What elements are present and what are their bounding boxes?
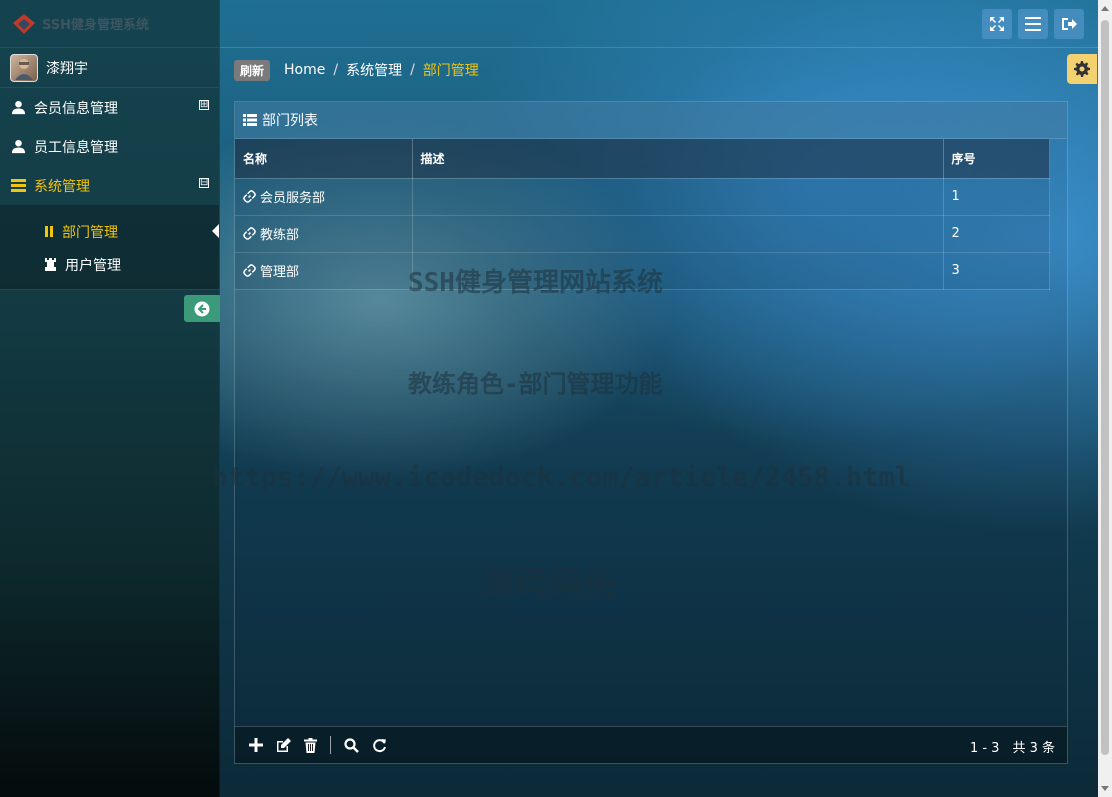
watermark-url: https://www.icodedock.com/article/2458.h… (212, 462, 911, 493)
edit-icon[interactable] (276, 737, 291, 753)
toolbar-divider (330, 736, 331, 754)
submenu-system: 部门管理 用户管理 (0, 205, 219, 290)
menu-icon (1025, 17, 1041, 31)
breadcrumb-separator: / (333, 62, 339, 78)
breadcrumb-current: 部门管理 (422, 63, 479, 79)
panel-toolbar: 1 - 3 共 3 条 (235, 726, 1067, 763)
column-header-order[interactable]: 序号 (943, 139, 1050, 179)
department-order: 2 (943, 215, 1050, 253)
column-header-name[interactable]: 名称 (235, 139, 413, 179)
user-name: 漆翔宇 (46, 60, 88, 77)
sidebar: SSH健身管理系统 漆翔宇 会员信息管理 ⊞ 员工信息管理 系统管理 ⊟ 部门管… (0, 0, 220, 797)
link-icon (243, 227, 256, 240)
department-name[interactable]: 管理部 (260, 261, 299, 280)
collapse-icon[interactable]: ⊟ (199, 178, 209, 188)
sidebar-item-label: 部门管理 (62, 224, 118, 241)
settings-button[interactable] (1067, 54, 1097, 84)
logo[interactable]: SSH健身管理系统 (0, 0, 219, 48)
department-name[interactable]: 会员服务部 (260, 187, 325, 206)
department-order: 3 (943, 252, 1050, 290)
user-profile[interactable]: 漆翔宇 (0, 48, 219, 88)
department-panel: 部门列表 名称 描述 序号 会员服务部 1 教练部 2 管理部 3 1 - 3 … (234, 101, 1068, 764)
scroll-down-icon[interactable] (1101, 786, 1109, 791)
topbar (220, 0, 1100, 48)
department-name[interactable]: 教练部 (260, 224, 299, 243)
logo-text: SSH健身管理系统 (42, 18, 150, 33)
trash-icon[interactable] (304, 737, 317, 753)
watermark-brand: 源码码头 (480, 564, 616, 604)
column-header-desc[interactable]: 描述 (412, 139, 944, 179)
chess-rook-icon (45, 258, 56, 271)
scroll-thumb[interactable] (1101, 20, 1109, 755)
fullscreen-button[interactable] (982, 9, 1012, 39)
sidebar-item-staff-info[interactable]: 员工信息管理 (0, 127, 219, 166)
breadcrumb: 刷新 Home / 系统管理 / 部门管理 (234, 58, 479, 82)
table-header-row: 名称 描述 序号 (235, 139, 1050, 179)
page-scrollbar[interactable] (1098, 0, 1112, 797)
breadcrumb-home[interactable]: Home (284, 62, 325, 78)
user-icon (11, 100, 26, 115)
sidebar-item-users[interactable]: 用户管理 (0, 248, 219, 281)
table-row[interactable]: 会员服务部 1 (235, 178, 1050, 216)
search-icon[interactable] (344, 737, 359, 753)
table-row[interactable]: 教练部 2 (235, 215, 1050, 253)
logo-icon (13, 13, 35, 34)
avatar (10, 53, 38, 82)
breadcrumb-system[interactable]: 系统管理 (346, 60, 402, 80)
refresh-button[interactable]: 刷新 (234, 59, 271, 81)
sidebar-item-label: 会员信息管理 (34, 100, 118, 117)
list-icon (243, 114, 257, 126)
department-desc (412, 178, 944, 216)
department-desc (412, 215, 944, 253)
watermark-title: SSH健身管理网站系统 (408, 268, 663, 298)
gear-icon (1074, 61, 1090, 77)
refresh-icon[interactable] (372, 738, 387, 753)
logout-button[interactable] (1054, 9, 1084, 39)
logout-icon (1062, 18, 1077, 30)
expand-icon[interactable]: ⊞ (199, 100, 209, 110)
menu-button[interactable] (1018, 9, 1048, 39)
link-icon (243, 264, 256, 277)
expand-arrows-icon (990, 17, 1004, 31)
breadcrumb-separator: / (410, 62, 415, 78)
user-icon (11, 139, 26, 154)
sidebar-item-label: 用户管理 (65, 257, 121, 274)
watermark-subtitle: 教练角色-部门管理功能 (408, 370, 663, 398)
panel-header: 部门列表 (235, 102, 1067, 139)
pause-icon (45, 226, 53, 237)
department-order: 1 (943, 178, 1050, 216)
link-icon (243, 190, 256, 203)
panel-title: 部门列表 (262, 113, 318, 129)
list-icon (11, 179, 26, 192)
pagination-info: 1 - 3 共 3 条 (969, 741, 1055, 756)
collapse-sidebar-button[interactable] (184, 295, 220, 322)
sidebar-item-department[interactable]: 部门管理 (0, 215, 219, 248)
add-icon[interactable] (249, 738, 263, 752)
sidebar-item-member-info[interactable]: 会员信息管理 ⊞ (0, 88, 219, 127)
sidebar-item-label: 系统管理 (34, 178, 90, 195)
scroll-up-icon[interactable] (1101, 6, 1109, 11)
sidebar-item-system[interactable]: 系统管理 ⊟ (0, 166, 219, 205)
sidebar-item-label: 员工信息管理 (34, 139, 118, 156)
arrow-left-circle-icon (194, 301, 210, 316)
